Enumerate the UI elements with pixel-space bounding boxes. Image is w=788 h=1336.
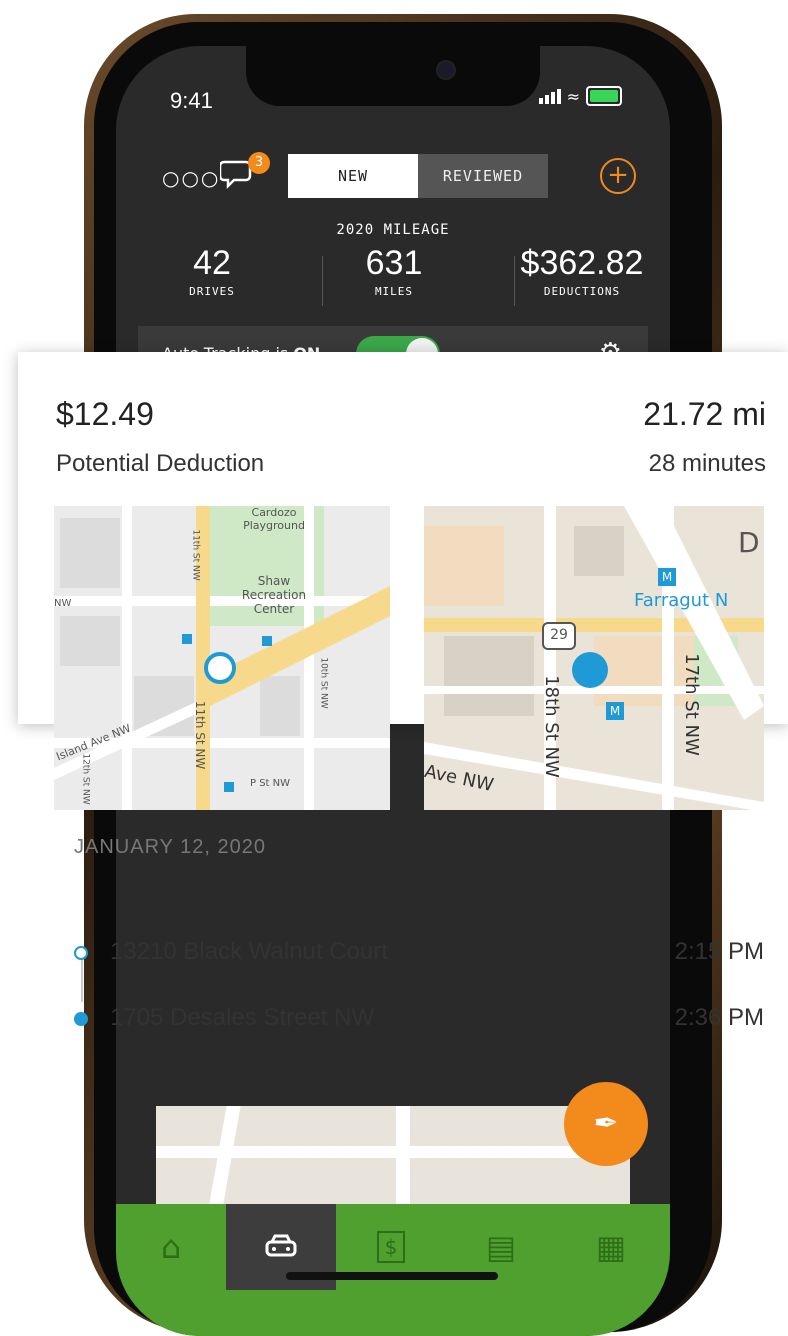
metro-icon: M — [658, 568, 676, 586]
notch — [246, 46, 540, 106]
tab-store[interactable]: ▦ — [556, 1204, 666, 1290]
map-label-nw: NW — [54, 598, 72, 609]
deduction-label: Potential Deduction — [56, 450, 265, 477]
map-label-11th-lower: 11th St NW — [193, 700, 208, 770]
wifi-icon: ≈ — [566, 86, 580, 106]
receipt-icon: $ — [376, 1231, 406, 1263]
tag-plus-icon: ✒ — [593, 1106, 619, 1141]
home-icon: ⌂ — [160, 1228, 182, 1266]
status-icons: ≈ — [538, 86, 622, 106]
end-location-map[interactable]: 29 M M Farragut N 18th St NW 17th St NW … — [424, 506, 764, 810]
drive-card[interactable]: $12.49 Potential Deduction 21.72 mi 28 m… — [18, 352, 788, 1031]
map-label-d: D — [738, 526, 760, 559]
map-label-farragut: Farragut N — [634, 590, 729, 611]
more-menu-button[interactable]: ○○○ — [162, 166, 220, 190]
store-icon: ▦ — [595, 1228, 627, 1266]
start-stop: 13210 Black Walnut Court 2:15 PM — [64, 936, 764, 970]
start-time: 2:15 PM — [674, 938, 764, 965]
drive-distance: 21.72 mi — [643, 396, 766, 432]
battery-icon — [586, 86, 622, 106]
camera — [436, 60, 456, 80]
end-map-graphic — [424, 506, 764, 810]
chat-count-badge: 3 — [248, 152, 270, 174]
metro-icon: M — [606, 702, 624, 720]
map-label-12th: 12th St NW — [80, 753, 91, 805]
map-label-18th: 18th St NW — [540, 675, 562, 778]
home-indicator — [286, 1272, 498, 1280]
map-label-center: Shaw Recreation Center — [241, 574, 307, 616]
start-address: 13210 Black Walnut Court — [110, 938, 388, 965]
stat-label: MILES — [374, 285, 414, 298]
map-label-park: Cardozo Playground — [243, 506, 305, 532]
start-map-graphic — [54, 506, 390, 810]
status-time: 9:41 — [170, 88, 213, 113]
classify-drive-fab[interactable]: ✒ — [564, 1082, 648, 1166]
drive-duration: 28 minutes — [648, 450, 766, 477]
stat-value: 42 — [193, 244, 231, 282]
route-shield: 29 — [542, 622, 576, 650]
end-address: 1705 Desales Street NW — [110, 1004, 375, 1031]
map-label-p-st: P St NW — [250, 778, 291, 789]
tab-reviewed[interactable]: REVIEWED — [418, 154, 548, 198]
stat-miles: 631 MILES — [304, 244, 484, 298]
map-label-10th: 10th St NW — [318, 657, 329, 709]
stat-label: DRIVES — [189, 285, 235, 298]
start-dot-icon — [74, 946, 88, 960]
start-location-map[interactable]: Cardozo Playground Shaw Recreation Cente… — [54, 506, 390, 810]
end-stop: 1705 Desales Street NW 2:36 PM — [64, 1002, 764, 1036]
signal-icon — [538, 88, 561, 104]
messages-button[interactable]: 3 — [218, 152, 270, 198]
tab-new[interactable]: NEW — [288, 154, 418, 198]
stat-drives: 42 DRIVES — [122, 244, 302, 298]
stat-label: DEDUCTIONS — [543, 285, 621, 298]
add-drive-button[interactable]: + — [600, 158, 636, 194]
stat-value: 631 — [365, 244, 423, 282]
stat-value: $362.82 — [520, 244, 644, 282]
plus-circle-icon: + — [607, 160, 629, 190]
tab-home[interactable]: ⌂ — [116, 1204, 226, 1290]
tab-bar: ⌂ $ ▤ ▦ — [116, 1204, 670, 1336]
end-dot-icon — [74, 1012, 88, 1026]
drive-filter-tabs: NEW REVIEWED — [288, 154, 548, 198]
end-time: 2:36 PM — [674, 1004, 764, 1031]
stat-deductions: $362.82 DEDUCTIONS — [492, 244, 670, 298]
map-label-17th: 17th St NW — [680, 653, 702, 756]
car-icon — [265, 1234, 297, 1257]
drive-date: JANUARY 12, 2020 — [74, 836, 267, 858]
mileage-title: 2020 MILEAGE — [336, 222, 450, 238]
deduction-amount: $12.49 — [56, 396, 154, 432]
money-icon: ▤ — [485, 1228, 517, 1266]
map-label-11th: 11th St NW — [190, 529, 201, 581]
